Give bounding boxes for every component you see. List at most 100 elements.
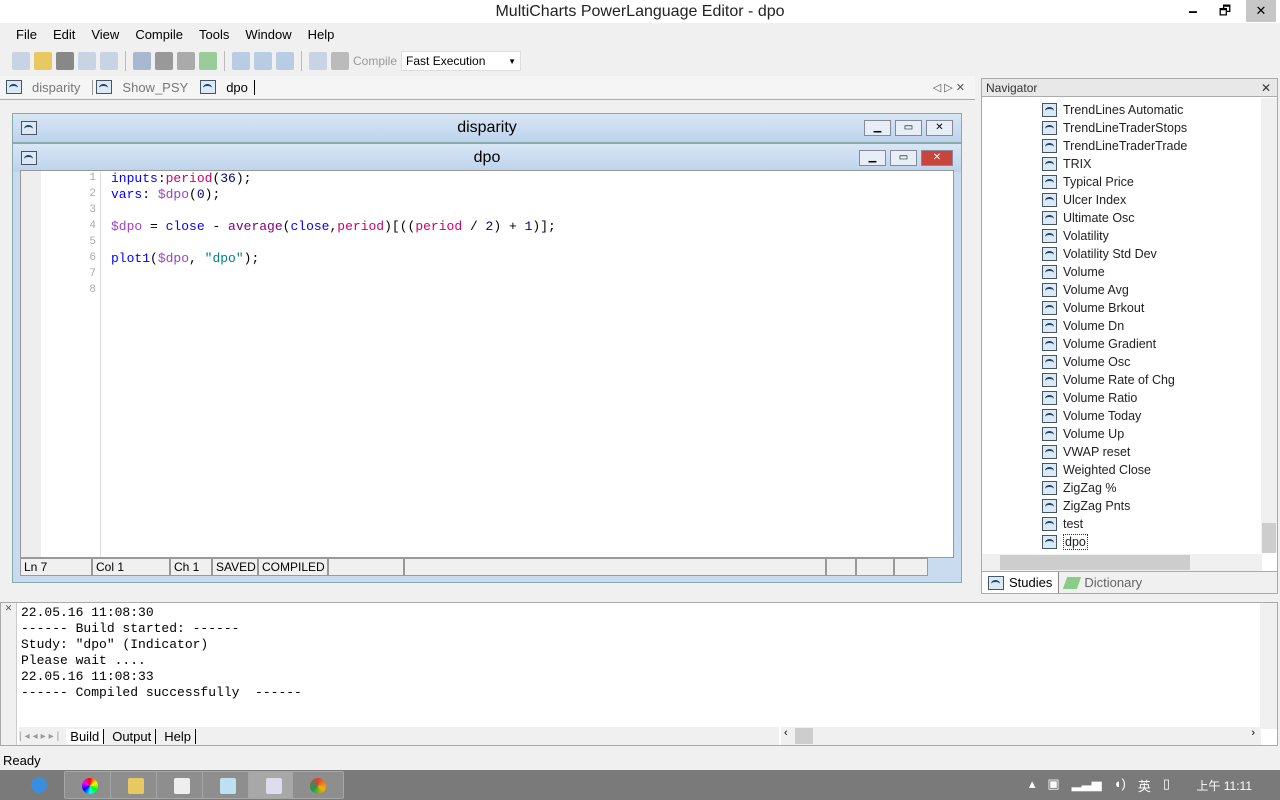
output-horizontal-scrollbar[interactable]: ‹ › <box>781 727 1261 745</box>
replace-icon[interactable] <box>199 52 217 70</box>
notepad-icon[interactable] <box>202 771 254 799</box>
navigator-item[interactable]: Volume Today <box>1042 407 1141 425</box>
navigator-item[interactable]: Volume Up <box>1042 425 1124 443</box>
menu-file[interactable]: File <box>8 24 45 46</box>
tab-dictionary[interactable]: Dictionary <box>1059 572 1148 593</box>
monitor-icon[interactable]: ▣ <box>1047 776 1059 795</box>
navigator-item-label: Typical Price <box>1063 175 1134 189</box>
study-icon <box>1042 121 1057 135</box>
cascade-icon[interactable] <box>232 52 250 70</box>
compile-icon[interactable] <box>331 52 349 70</box>
navigator-item[interactable]: Volatility Std Dev <box>1042 245 1157 263</box>
output-vertical-scrollbar[interactable] <box>1260 603 1277 729</box>
navigator-item[interactable]: Ultimate Osc <box>1042 209 1135 227</box>
navigator-item[interactable]: Volume <box>1042 263 1105 281</box>
close-button[interactable]: ✕ <box>926 120 953 136</box>
navigator-item[interactable]: Volume Rate of Chg <box>1042 371 1175 389</box>
file-explorer-icon[interactable] <box>110 771 162 799</box>
menu-view[interactable]: View <box>83 24 127 46</box>
new-study-icon[interactable] <box>12 52 30 70</box>
code-editor[interactable]: 1 2 3 4 5 6 7 8 inputs:period(36); vars:… <box>20 170 954 558</box>
menu-window[interactable]: Window <box>237 24 299 46</box>
save-icon[interactable] <box>56 52 74 70</box>
ime-indicator[interactable]: 英 <box>1138 776 1151 795</box>
navigator-item[interactable]: Volume Gradient <box>1042 335 1156 353</box>
close-icon[interactable]: ✕ <box>1261 79 1271 96</box>
line-number: 8 <box>89 284 96 296</box>
import-icon[interactable] <box>78 52 96 70</box>
navigator-item[interactable]: Typical Price <box>1042 173 1134 191</box>
properties-icon[interactable] <box>309 52 327 70</box>
navigator-item[interactable]: Ulcer Index <box>1042 191 1126 209</box>
tab-nav-arrows[interactable]: |◂◂▸▸| <box>19 731 62 742</box>
navigator-horizontal-scrollbar[interactable] <box>982 554 1262 571</box>
navigator-item[interactable]: ZigZag % <box>1042 479 1117 497</box>
tile-vertical-icon[interactable] <box>276 52 294 70</box>
tab-scroll-close[interactable]: ◁ ▷ ✕ <box>933 81 965 94</box>
compile-button[interactable]: Compile <box>353 54 397 68</box>
tab-build[interactable]: Build <box>66 728 105 744</box>
taskbar: ▴ ▣ ▂▃▅ ◖) 英 ▯ 上午 11:11 <box>0 770 1280 800</box>
close-button[interactable]: ✕ <box>1246 0 1276 22</box>
navigator-item[interactable]: Volume Osc <box>1042 353 1130 371</box>
window-disparity[interactable]: disparity ▁ ▭ ✕ <box>12 113 962 143</box>
tab-studies[interactable]: Studies <box>982 572 1060 593</box>
navigator-item-label: TRIX <box>1063 157 1092 171</box>
menu-help[interactable]: Help <box>300 24 343 46</box>
navigator-item[interactable]: Weighted Close <box>1042 461 1151 479</box>
close-button[interactable]: ✕ <box>921 150 953 166</box>
navigator-item[interactable]: test <box>1042 515 1083 533</box>
ie-icon[interactable] <box>14 771 66 799</box>
tab-dpo[interactable]: dpo <box>200 79 255 95</box>
navigator-item[interactable]: TRIX <box>1042 155 1091 173</box>
input-mode-icon[interactable]: ▯ <box>1163 776 1170 795</box>
restore-button[interactable]: 🗗 <box>1210 0 1240 22</box>
export-icon[interactable] <box>100 52 118 70</box>
study-icon <box>988 575 1004 590</box>
navigator-vertical-scrollbar[interactable] <box>1261 98 1277 553</box>
menu-tools[interactable]: Tools <box>191 24 237 46</box>
redo-icon[interactable] <box>155 52 173 70</box>
volume-icon[interactable]: ◖) <box>1114 776 1126 795</box>
study-icon <box>1042 373 1057 387</box>
navigator-item[interactable]: TrendLines Automatic <box>1042 101 1183 119</box>
log-line: 22.05.16 11:08:30 <box>21 605 154 620</box>
notepad-edit-icon[interactable] <box>156 771 208 799</box>
study-icon <box>1042 283 1057 297</box>
navigator-item[interactable]: ZigZag Pnts <box>1042 497 1130 515</box>
chrome-icon[interactable] <box>292 771 344 799</box>
menu-edit[interactable]: Edit <box>45 24 83 46</box>
navigator-item[interactable]: Volume Avg <box>1042 281 1129 299</box>
navigator-item[interactable]: Volatility <box>1042 227 1109 245</box>
minimize-button[interactable]: ▁ <box>864 120 891 136</box>
navigator-item[interactable]: VWAP reset <box>1042 443 1130 461</box>
navigator-item[interactable]: Volume Brkout <box>1042 299 1144 317</box>
signal-icon[interactable]: ▂▃▅ <box>1072 776 1102 795</box>
maximize-button[interactable]: ▭ <box>890 150 917 166</box>
menu-compile[interactable]: Compile <box>127 24 191 46</box>
navigator-item-label: Volume Gradient <box>1063 337 1157 351</box>
navigator-item[interactable]: Volume Dn <box>1042 317 1124 335</box>
minimize-button[interactable]: ▁ <box>859 150 886 166</box>
navigator-item-label: Volume Today <box>1063 409 1142 423</box>
tab-disparity[interactable]: disparity <box>6 80 86 95</box>
navigator-item[interactable]: TrendLineTraderTrade <box>1042 137 1187 155</box>
show-hidden-icon[interactable]: ▴ <box>1029 776 1036 795</box>
navigator-item[interactable]: Volume Ratio <box>1042 389 1137 407</box>
undo-icon[interactable] <box>133 52 151 70</box>
study-icon <box>1042 103 1057 117</box>
color-app-icon[interactable] <box>64 771 116 799</box>
clock[interactable]: 上午 11:11 <box>1196 777 1252 794</box>
tab-help[interactable]: Help <box>160 728 196 744</box>
open-folder-icon[interactable] <box>34 52 52 70</box>
tile-horizontal-icon[interactable] <box>254 52 272 70</box>
find-icon[interactable] <box>177 52 195 70</box>
code-line-2: vars: $dpo(0); <box>111 187 221 202</box>
maximize-button[interactable]: ▭ <box>895 120 922 136</box>
navigator-item[interactable]: TrendLineTraderStops <box>1042 119 1187 137</box>
navigator-item[interactable]: dpo <box>1042 533 1088 551</box>
compile-mode-select[interactable]: Fast Execution ▼ <box>401 51 522 71</box>
minimize-button[interactable]: 🗕 <box>1178 0 1208 22</box>
tab-show-psy[interactable]: Show_PSY <box>92 79 194 95</box>
tab-output[interactable]: Output <box>108 728 157 744</box>
